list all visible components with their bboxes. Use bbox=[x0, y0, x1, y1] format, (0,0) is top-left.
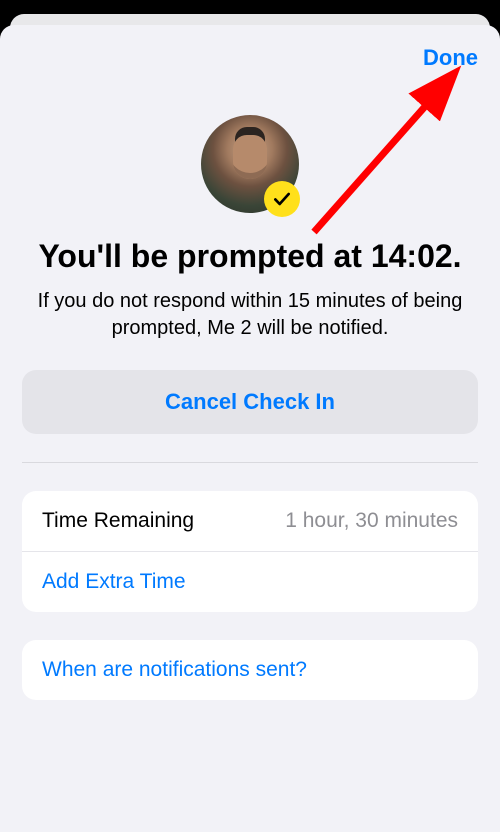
notifications-info-link[interactable]: When are notifications sent? bbox=[42, 658, 307, 682]
topbar: Done bbox=[0, 25, 500, 71]
add-extra-time-row[interactable]: Add Extra Time bbox=[22, 551, 478, 612]
time-remaining-label: Time Remaining bbox=[42, 509, 194, 533]
check-icon bbox=[272, 189, 292, 209]
time-remaining-value: 1 hour, 30 minutes bbox=[285, 509, 458, 533]
time-card: Time Remaining 1 hour, 30 minutes Add Ex… bbox=[22, 491, 478, 612]
notifications-info-row[interactable]: When are notifications sent? bbox=[22, 640, 478, 700]
prompt-subtitle: If you do not respond within 15 minutes … bbox=[22, 288, 478, 342]
info-card: When are notifications sent? bbox=[22, 640, 478, 700]
verified-badge bbox=[264, 181, 300, 217]
prompt-title: You'll be prompted at 14:02. bbox=[22, 237, 478, 276]
time-remaining-row: Time Remaining 1 hour, 30 minutes bbox=[22, 491, 478, 551]
add-extra-time-link[interactable]: Add Extra Time bbox=[42, 570, 186, 594]
cancel-checkin-button[interactable]: Cancel Check In bbox=[22, 370, 478, 434]
avatar-section bbox=[22, 115, 478, 213]
done-button[interactable]: Done bbox=[423, 45, 478, 71]
sheet-content: You'll be prompted at 14:02. If you do n… bbox=[0, 71, 500, 700]
divider bbox=[22, 462, 478, 463]
modal-sheet: Done You'll be prompted at 14:02. If you… bbox=[0, 25, 500, 832]
